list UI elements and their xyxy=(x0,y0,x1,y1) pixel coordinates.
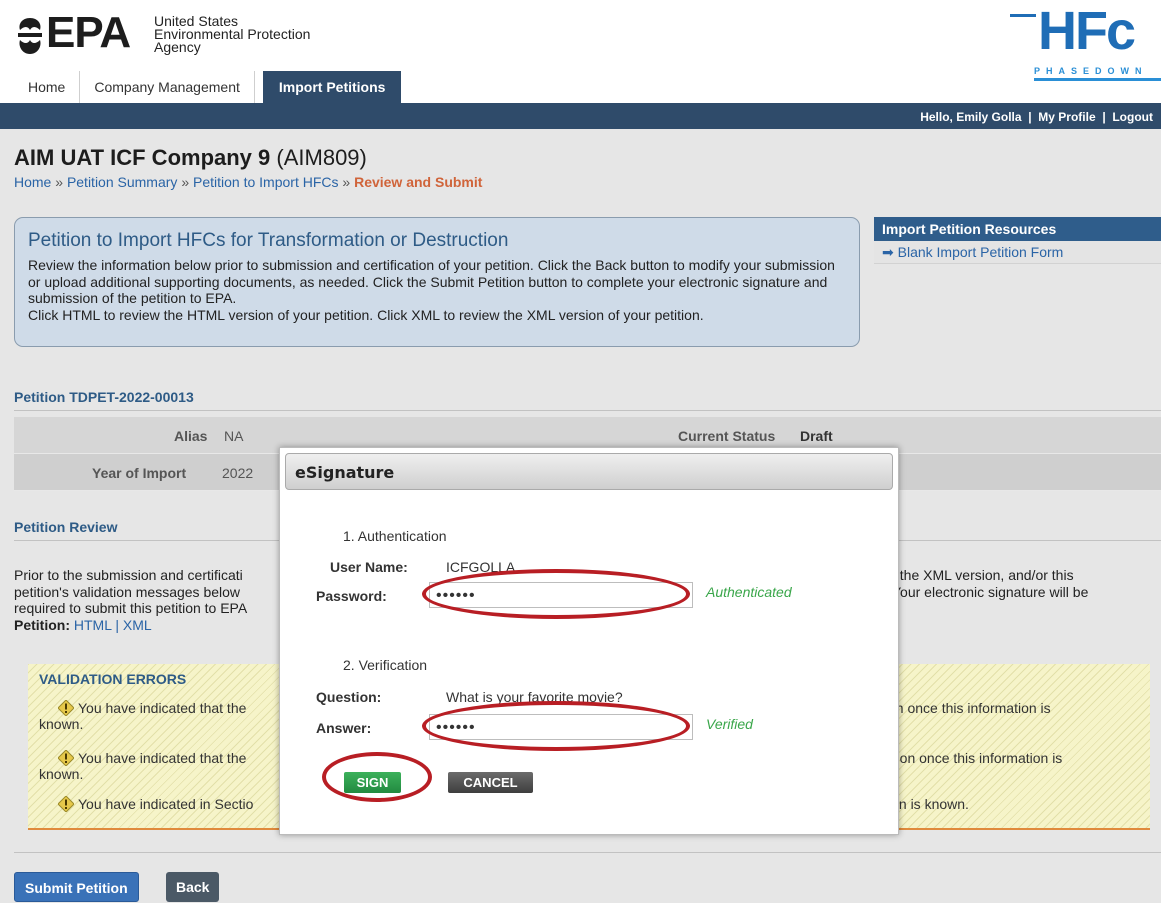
verified-status: Verified xyxy=(706,716,753,732)
dialog-title: eSignature xyxy=(295,463,395,482)
site-header: EPA United States Environmental Protecti… xyxy=(0,0,1161,103)
alias-value: NA xyxy=(224,428,244,444)
epa-wordmark: EPA xyxy=(46,8,131,57)
hfc-phasedown-logo: HFc PHASEDOWN xyxy=(1010,1,1161,81)
warning-icon xyxy=(58,750,74,766)
main-tabs: Home Company Management Import Petitions xyxy=(14,71,402,103)
submit-petition-button[interactable]: Submit Petition xyxy=(14,872,139,902)
dialog-header: eSignature xyxy=(285,453,893,490)
answer-input[interactable]: •••••• xyxy=(429,714,693,740)
back-button[interactable]: Back xyxy=(166,872,220,902)
instructions-text: Review the information below prior to su… xyxy=(28,257,835,323)
tab-home[interactable]: Home xyxy=(14,71,81,103)
year-label: Year of Import xyxy=(92,465,187,481)
agency-name: United States Environmental Protection A… xyxy=(154,13,311,55)
logout-link[interactable]: Logout xyxy=(1112,110,1153,124)
question-label: Question: xyxy=(316,689,382,705)
petition-id-title: Petition TDPET-2022-00013 xyxy=(14,389,194,405)
cancel-button[interactable]: CANCEL xyxy=(448,772,533,793)
xml-link[interactable]: XML xyxy=(123,617,152,633)
my-profile-link[interactable]: My Profile xyxy=(1038,110,1095,124)
warning-icon xyxy=(58,700,74,716)
password-label: Password: xyxy=(316,588,387,604)
alias-label: Alias xyxy=(174,428,208,444)
user-bar: Hello, Emily Golla | My Profile | Logout xyxy=(0,103,1161,129)
username-value: ICFGOLLA xyxy=(446,559,516,575)
answer-label: Answer: xyxy=(316,720,372,736)
instructions-title: Petition to Import HFCs for Transformati… xyxy=(28,230,509,251)
divider xyxy=(14,852,1161,853)
breadcrumb-petition-to-import[interactable]: Petition to Import HFCs xyxy=(193,174,339,190)
blank-petition-form-link[interactable]: ➡ Blank Import Petition Form xyxy=(874,241,1161,264)
resources-panel: Import Petition Resources ➡ Blank Import… xyxy=(874,217,1161,264)
page-title: AIM UAT ICF Company 9 (AIM809) xyxy=(14,145,367,170)
authentication-heading: 1. Authentication xyxy=(343,528,447,544)
status-value: Draft xyxy=(800,428,833,444)
html-link[interactable]: HTML xyxy=(74,617,112,633)
validation-title: VALIDATION ERRORS xyxy=(39,671,187,687)
review-text-right: , the XML version, and/or this Your elec… xyxy=(892,567,1089,600)
username-label: User Name: xyxy=(330,559,408,575)
tab-company-management[interactable]: Company Management xyxy=(80,71,255,103)
verification-heading: 2. Verification xyxy=(343,657,428,673)
status-label: Current Status xyxy=(678,428,776,444)
breadcrumb: Home » Petition Summary » Petition to Im… xyxy=(14,174,483,190)
esignature-dialog: eSignature 1. Authentication User Name: … xyxy=(279,447,899,835)
divider xyxy=(14,410,1161,411)
tab-import-petitions[interactable]: Import Petitions xyxy=(262,71,402,103)
sign-button[interactable]: SIGN xyxy=(344,772,401,793)
password-input[interactable]: •••••• xyxy=(429,582,693,608)
warning-icon xyxy=(58,796,74,812)
greeting: Hello, Emily Golla xyxy=(920,110,1022,124)
breadcrumb-petition-summary[interactable]: Petition Summary xyxy=(67,174,177,190)
breadcrumb-current: Review and Submit xyxy=(354,174,483,190)
arrow-right-icon: ➡ xyxy=(882,244,894,260)
question-value: What is your favorite movie? xyxy=(446,689,623,705)
breadcrumb-home[interactable]: Home xyxy=(14,174,51,190)
instructions-box: Petition to Import HFCs for Transformati… xyxy=(14,217,860,347)
epa-flower-icon xyxy=(18,18,42,54)
year-value: 2022 xyxy=(222,465,254,481)
resources-title: Import Petition Resources xyxy=(874,217,1161,241)
petition-review-title: Petition Review xyxy=(14,519,118,535)
authenticated-status: Authenticated xyxy=(706,584,792,600)
